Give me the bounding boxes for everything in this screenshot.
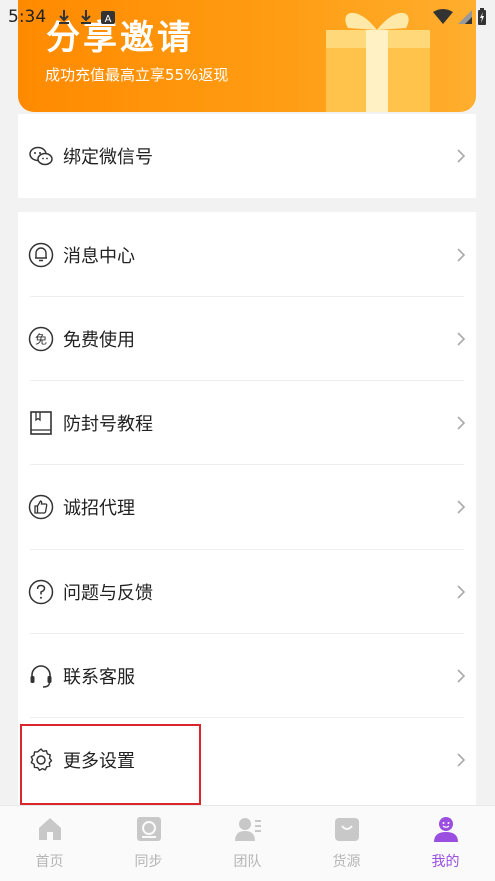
chevron-right-icon — [457, 416, 466, 430]
profile-icon — [434, 817, 458, 842]
sync-icon — [137, 817, 161, 841]
home-icon — [39, 818, 61, 840]
menu-item-message-center[interactable]: 消息中心 — [18, 213, 476, 297]
menu-item-label: 更多设置 — [63, 751, 135, 772]
wifi-icon — [433, 9, 453, 24]
menu-item-label: 消息中心 — [63, 246, 135, 267]
team-icon — [235, 818, 261, 841]
tab-sync[interactable]: 同步 — [99, 806, 198, 881]
wechat-card: 绑定微信号 — [18, 114, 476, 198]
tab-label: 首页 — [35, 854, 64, 870]
signal-icon — [458, 10, 472, 24]
menu-item-anti-ban-tutorial[interactable]: 防封号教程 — [18, 381, 476, 465]
free-icon: 免 — [28, 326, 54, 352]
tab-mine[interactable]: 我的 — [396, 806, 495, 881]
bind-wechat-item[interactable]: 绑定微信号 — [18, 114, 476, 198]
question-icon — [28, 579, 54, 605]
download-icon — [81, 10, 92, 24]
menu-card: 消息中心 免 免费使用 防封号教程 诚招代理 问题与反馈 联系客服 更多设置 — [18, 212, 476, 805]
menu-item-label: 联系客服 — [63, 667, 135, 688]
wechat-icon — [29, 146, 53, 166]
tab-team[interactable]: 团队 — [198, 806, 297, 881]
menu-item-faq-feedback[interactable]: 问题与反馈 — [18, 550, 476, 634]
svg-text:A: A — [105, 14, 112, 25]
chevron-right-icon — [457, 248, 466, 262]
tab-label: 货源 — [332, 854, 361, 870]
chevron-right-icon — [457, 332, 466, 346]
status-notification-icons: A — [56, 8, 116, 26]
chevron-right-icon — [457, 585, 466, 599]
svg-text:免: 免 — [35, 332, 47, 347]
menu-item-contact-support[interactable]: 联系客服 — [18, 634, 476, 718]
chevron-right-icon — [457, 753, 466, 767]
status-time: 5:34 — [8, 7, 47, 27]
thumbs-up-icon — [28, 494, 54, 520]
tab-home[interactable]: 首页 — [0, 806, 99, 881]
tab-label: 团队 — [233, 854, 262, 870]
chevron-right-icon — [457, 669, 466, 683]
gear-icon — [30, 748, 53, 771]
bell-icon — [28, 242, 54, 268]
banner-subtitle: 成功充值最高立享55%返现 — [45, 66, 229, 84]
chevron-right-icon — [457, 500, 466, 514]
menu-item-label: 诚招代理 — [63, 498, 135, 519]
tab-label: 同步 — [134, 854, 163, 870]
menu-item-label: 免费使用 — [63, 330, 135, 351]
book-icon — [30, 411, 52, 435]
download-icon — [59, 10, 70, 24]
menu-item-label: 防封号教程 — [63, 414, 153, 435]
status-system-icons — [433, 8, 487, 26]
a-badge-icon: A — [101, 11, 116, 25]
tab-supply[interactable]: 货源 — [297, 806, 396, 881]
bind-wechat-label: 绑定微信号 — [63, 147, 153, 168]
status-bar: 5:34 A — [0, 0, 495, 34]
tab-label: 我的 — [431, 854, 460, 870]
menu-item-free-use[interactable]: 免 免费使用 — [18, 297, 476, 381]
bottom-tab-bar: 首页 同步 团队 货源 我的 — [0, 805, 495, 881]
chevron-right-icon — [457, 149, 466, 163]
battery-charging-icon — [478, 8, 486, 25]
menu-item-label: 问题与反馈 — [63, 583, 153, 604]
menu-item-recruit-agent[interactable]: 诚招代理 — [18, 465, 476, 549]
bag-icon — [335, 818, 359, 841]
headset-icon — [30, 665, 52, 688]
menu-item-more-settings[interactable]: 更多设置 — [18, 718, 476, 802]
